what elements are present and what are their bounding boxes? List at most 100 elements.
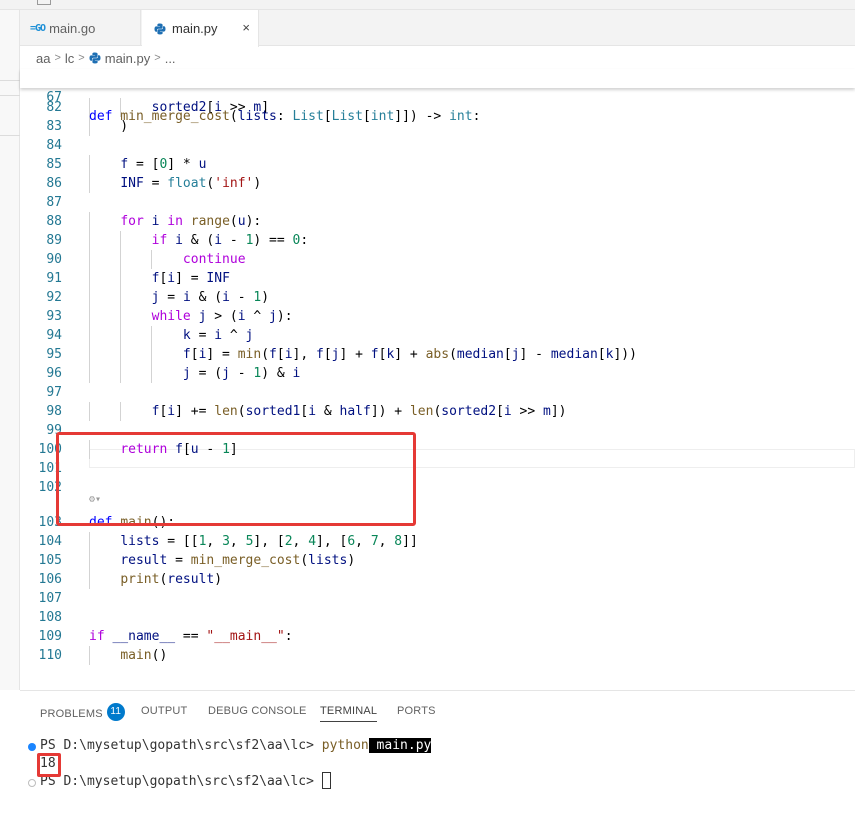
- code-line[interactable]: 85 f = [0] * u: [20, 155, 855, 174]
- activity-divider: [0, 95, 20, 96]
- tab-label: PROBLEMS: [40, 707, 103, 720]
- code-text: INF = float('inf'): [120, 176, 262, 191]
- breadcrumb: aa > lc > main.py > ...: [20, 47, 855, 69]
- indent-guide: [89, 231, 90, 250]
- code-text: if __name__ == "__main__":: [89, 629, 293, 644]
- sticky-scroll-header[interactable]: 67 def min_merge_cost(lists: List[List[i…: [20, 69, 855, 124]
- terminal-line: PS D:\mysetup\gopath\src\sf2\aa\lc> pyth…: [40, 737, 432, 755]
- line-number: 107: [38, 591, 62, 606]
- code-line[interactable]: 93 while j > (i ^ j):: [20, 307, 855, 326]
- indent-guide: [89, 155, 90, 174]
- code-line[interactable]: 106 print(result): [20, 570, 855, 589]
- window-control-icon: [37, 0, 51, 5]
- chevron-right-icon: >: [78, 52, 85, 64]
- indent-guide: [89, 646, 90, 665]
- terminal-line: PS D:\mysetup\gopath\src\sf2\aa\lc>: [40, 772, 331, 791]
- tab-terminal[interactable]: TERMINAL: [320, 705, 378, 722]
- line-number: 87: [46, 195, 62, 210]
- breadcrumb-item[interactable]: main.py: [105, 51, 151, 66]
- indent-guide: [151, 345, 153, 364]
- problems-count-badge: 11: [106, 703, 125, 721]
- indent-guide: [120, 307, 122, 326]
- tab-main-go[interactable]: =GO main.go: [20, 10, 141, 46]
- line-number: 106: [38, 572, 62, 587]
- indent-guide: [89, 174, 90, 193]
- code-line[interactable]: 97: [20, 383, 855, 402]
- line-number: 109: [38, 629, 62, 644]
- indent-guide: [151, 364, 153, 383]
- line-number: 95: [46, 347, 62, 362]
- go-file-icon: =GO: [30, 22, 46, 34]
- indent-guide: [89, 307, 90, 326]
- code-line[interactable]: 84: [20, 136, 855, 155]
- code-line[interactable]: 104 lists = [[1, 3, 5], [2, 4], [6, 7, 8…: [20, 532, 855, 551]
- line-number: 97: [46, 385, 62, 400]
- line-number: 91: [46, 271, 62, 286]
- activity-divider: [0, 80, 20, 81]
- code-text: continue: [182, 252, 246, 267]
- line-number: 96: [46, 366, 62, 381]
- terminal-command-arg: main.py: [368, 738, 432, 753]
- tab-problems[interactable]: PROBLEMS 11: [40, 703, 125, 723]
- line-number: 67: [46, 90, 62, 105]
- terminal-prompt: PS D:\mysetup\gopath\src\sf2\aa\lc>: [40, 738, 322, 753]
- close-icon[interactable]: ×: [242, 20, 250, 35]
- activity-divider: [0, 135, 20, 136]
- indent-guide: [120, 231, 122, 250]
- terminal-prompt: PS D:\mysetup\gopath\src\sf2\aa\lc>: [40, 774, 322, 789]
- code-line[interactable]: 91 f[i] = INF: [20, 269, 855, 288]
- code-line[interactable]: 92 j = i & (i - 1): [20, 288, 855, 307]
- code-line[interactable]: 86 INF = float('inf'): [20, 174, 855, 193]
- code-line[interactable]: 96 j = (j - 1) & i: [20, 364, 855, 383]
- line-number: 92: [46, 290, 62, 305]
- code-line[interactable]: 90 continue: [20, 250, 855, 269]
- indent-guide: [151, 326, 153, 345]
- line-number: 105: [38, 553, 62, 568]
- line-number: 89: [46, 233, 62, 248]
- code-line: def min_merge_cost(lists: List[List[int]…: [89, 109, 481, 124]
- editor-tab-bar: =GO main.go main.py ×: [20, 10, 855, 47]
- tab-output[interactable]: OUTPUT: [141, 705, 187, 717]
- indent-guide: [89, 269, 90, 288]
- code-line[interactable]: 110 main(): [20, 646, 855, 665]
- line-number: 94: [46, 328, 62, 343]
- tab-ports[interactable]: PORTS: [397, 705, 436, 717]
- command-success-icon[interactable]: [28, 743, 36, 751]
- breadcrumb-item[interactable]: aa: [36, 51, 50, 66]
- indent-guide: [89, 326, 90, 345]
- command-pending-icon[interactable]: [28, 779, 36, 787]
- line-number: 110: [38, 648, 62, 663]
- code-line[interactable]: 87: [20, 193, 855, 212]
- indent-guide: [120, 402, 122, 421]
- indent-guide: [89, 532, 90, 551]
- code-line[interactable]: 105 result = min_merge_cost(lists): [20, 551, 855, 570]
- indent-guide: [120, 364, 122, 383]
- code-line[interactable]: 107: [20, 589, 855, 608]
- tab-main-py[interactable]: main.py ×: [142, 10, 259, 47]
- indent-guide: [89, 570, 90, 589]
- code-text: result = min_merge_cost(lists): [120, 553, 356, 568]
- indent-guide: [89, 288, 90, 307]
- code-line[interactable]: 108: [20, 608, 855, 627]
- indent-guide: [120, 269, 122, 288]
- code-line[interactable]: 88 for i in range(u):: [20, 212, 855, 231]
- tab-label: main.go: [49, 20, 96, 36]
- breadcrumb-item[interactable]: lc: [65, 51, 74, 66]
- breadcrumb-item[interactable]: ...: [165, 51, 176, 66]
- code-text: f[i] += len(sorted1[i & half]) + len(sor…: [151, 404, 567, 419]
- code-line[interactable]: 95 f[i] = min(f[i], f[j] + f[k] + abs(me…: [20, 345, 855, 364]
- code-text: f[i] = min(f[i], f[j] + f[k] + abs(media…: [182, 347, 637, 362]
- code-text: for i in range(u):: [120, 214, 262, 229]
- line-number: 88: [46, 214, 62, 229]
- tab-debug-console[interactable]: DEBUG CONSOLE: [208, 705, 307, 717]
- code-line[interactable]: 109 if __name__ == "__main__":: [20, 627, 855, 646]
- indent-guide: [151, 250, 153, 269]
- annotation-highlight-box: [56, 432, 416, 526]
- code-line[interactable]: 89 if i & (i - 1) == 0:: [20, 231, 855, 250]
- indent-guide: [120, 288, 122, 307]
- panel-tab-bar: PROBLEMS 11 OUTPUT DEBUG CONSOLE TERMINAL…: [20, 691, 855, 731]
- python-file-icon: [154, 23, 166, 34]
- code-line[interactable]: 98 f[i] += len(sorted1[i & half]) + len(…: [20, 402, 855, 421]
- code-line[interactable]: 94 k = i ^ j: [20, 326, 855, 345]
- code-editor[interactable]: 67 def min_merge_cost(lists: List[List[i…: [20, 69, 855, 689]
